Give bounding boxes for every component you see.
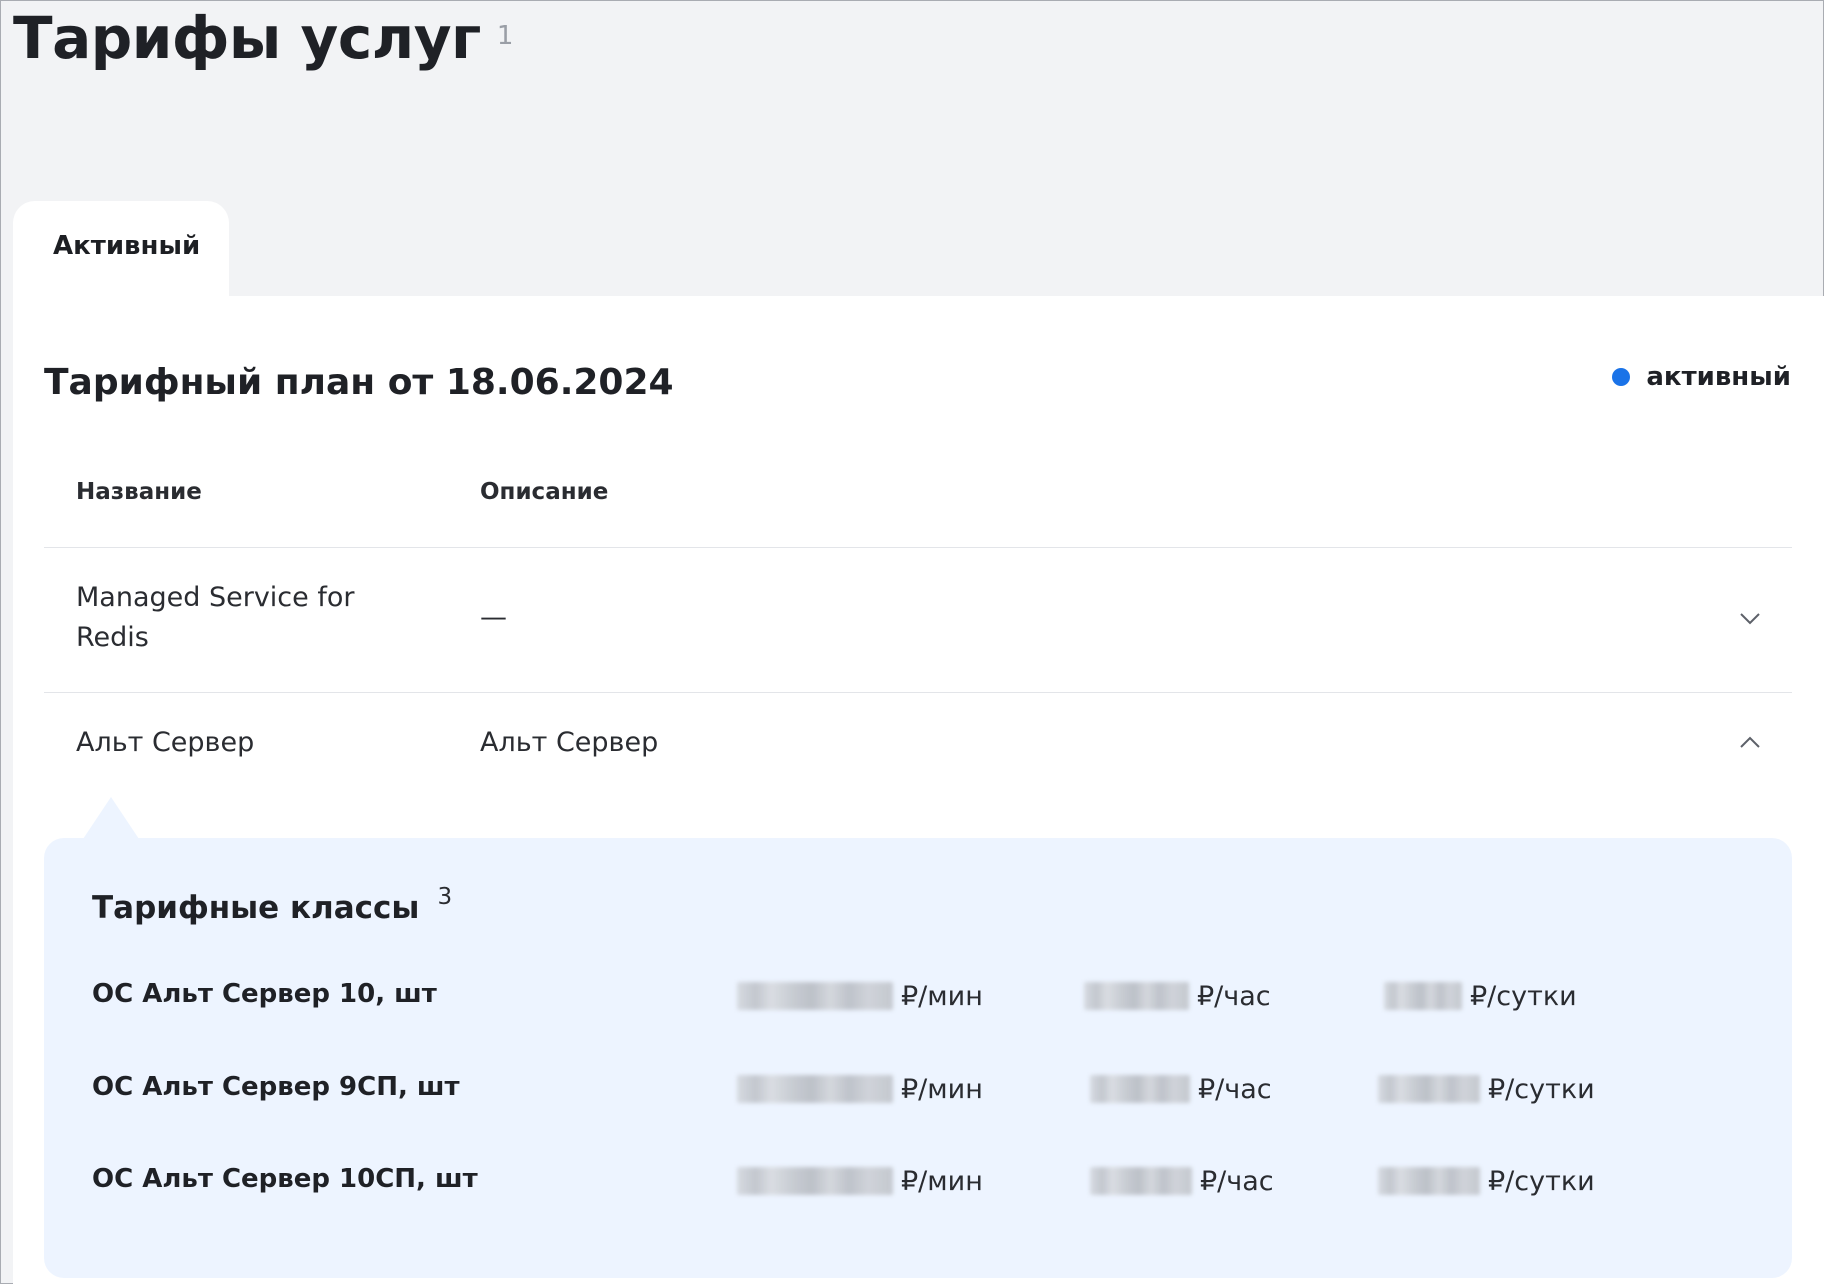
redacted-value: [1090, 1075, 1190, 1103]
unit-label: ₽/час: [1200, 1165, 1274, 1197]
redacted-value: [737, 982, 893, 1010]
price-per-hour: ₽/час: [1084, 971, 1271, 1021]
redacted-value: [1378, 1167, 1480, 1195]
tariff-class-row: ОС Альт Сервер 9СП, шт ₽/мин ₽/час ₽/сут…: [44, 1064, 1792, 1114]
unit-label: ₽/сутки: [1488, 1165, 1595, 1197]
unit-label: ₽/мин: [901, 1073, 983, 1105]
price-per-day: ₽/сутки: [1378, 1156, 1595, 1206]
tariff-class-name: ОС Альт Сервер 10, шт: [92, 979, 437, 1009]
row-name: Managed Service for Redis: [76, 582, 355, 653]
tariff-class-name: ОС Альт Сервер 10СП, шт: [92, 1164, 478, 1194]
row-name: Альт Сервер: [76, 727, 255, 758]
unit-label: ₽/час: [1197, 980, 1271, 1012]
tariff-classes-title: Тарифные классы: [92, 890, 420, 926]
table-row[interactable]: Managed Service for Redis —: [44, 548, 1792, 693]
row-description: Альт Сервер: [480, 727, 659, 758]
unit-label: ₽/мин: [901, 980, 983, 1012]
redacted-value: [1378, 1075, 1480, 1103]
tab-active[interactable]: Активный: [13, 201, 229, 297]
row-description: —: [480, 602, 507, 633]
redacted-value: [1090, 1167, 1192, 1195]
panel-pointer: [83, 797, 139, 839]
page-header: Тарифы услуг 1: [13, 5, 513, 71]
price-per-day: ₽/сутки: [1384, 971, 1577, 1021]
unit-label: ₽/мин: [901, 1165, 983, 1197]
price-per-minute: ₽/мин: [737, 1064, 983, 1114]
table-header: Название Описание: [44, 464, 1792, 548]
unit-label: ₽/сутки: [1488, 1073, 1595, 1105]
chevron-up-icon[interactable]: [1738, 731, 1762, 755]
unit-label: ₽/час: [1198, 1073, 1272, 1105]
price-per-minute: ₽/мин: [737, 971, 983, 1021]
price-per-minute: ₽/мин: [737, 1156, 983, 1206]
tariff-class-row: ОС Альт Сервер 10СП, шт ₽/мин ₽/час ₽/су…: [44, 1156, 1792, 1206]
status-label: активный: [1646, 362, 1791, 392]
redacted-value: [1084, 982, 1189, 1010]
price-per-hour: ₽/час: [1090, 1064, 1272, 1114]
tab-content: Тарифный план от 18.06.2024 активный Наз…: [13, 296, 1824, 1284]
page-title-count: 1: [496, 21, 514, 51]
redacted-value: [737, 1075, 893, 1103]
services-table: Название Описание Managed Service for Re…: [44, 464, 1792, 793]
column-header-description: Описание: [480, 479, 609, 505]
redacted-value: [737, 1167, 893, 1195]
price-per-hour: ₽/час: [1090, 1156, 1274, 1206]
price-per-day: ₽/сутки: [1378, 1064, 1595, 1114]
redacted-value: [1384, 982, 1462, 1010]
unit-label: ₽/сутки: [1470, 980, 1577, 1012]
page-title: Тарифы услуг: [13, 4, 481, 72]
tariff-class-row: ОС Альт Сервер 10, шт ₽/мин ₽/час ₽/сутк…: [44, 971, 1792, 1021]
tariff-class-name: ОС Альт Сервер 9СП, шт: [92, 1072, 460, 1102]
chevron-down-icon[interactable]: [1738, 606, 1762, 630]
status-dot-icon: [1612, 368, 1631, 386]
tariff-classes-panel: Тарифные классы 3 ОС Альт Сервер 10, шт …: [44, 838, 1792, 1278]
tariff-classes-count: 3: [437, 884, 453, 910]
status-badge: активный: [1612, 362, 1791, 392]
tariff-classes-header: Тарифные классы 3: [92, 884, 452, 926]
column-header-name: Название: [76, 479, 202, 505]
table-row[interactable]: Альт Сервер Альт Сервер: [44, 693, 1792, 793]
plan-title: Тарифный план от 18.06.2024: [44, 362, 674, 403]
